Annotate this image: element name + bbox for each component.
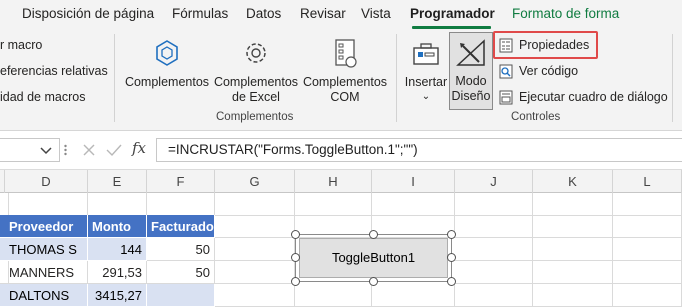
complementos-group-label: Complementos [216,111,294,123]
formula-bar: fx =INCRUSTAR("Forms.ToggleButton.1";"") [0,131,682,169]
table-header-monto[interactable]: Monto [88,215,147,238]
complementos-com-label-1: Complementos [302,75,388,89]
tab-programador[interactable]: Programador [410,6,495,21]
ejecutar-dialogo-button[interactable]: Ejecutar cuadro de diálogo [499,89,669,107]
group-separator [114,34,115,122]
gear-icon [246,43,266,63]
tab-vista[interactable]: Vista [361,6,391,21]
table-cell[interactable]: DALTONS [5,284,88,307]
tab-formulas[interactable]: Fórmulas [172,6,228,21]
resize-handle-n[interactable] [369,230,378,239]
relative-references-button[interactable]: eferencias relativas [0,64,108,78]
ejecutar-label: Ejecutar cuadro de diálogo [519,90,668,104]
complementos-com-button[interactable]: Complementos COM [302,34,388,110]
toggle-button[interactable]: ToggleButton1 [299,238,448,278]
complementos-com-label-2: COM [330,90,360,104]
chevron-down-icon[interactable] [40,146,52,155]
table-cell[interactable]: 50 [147,261,215,284]
column-headers: D E F G H I J K L [0,169,682,193]
table-header-facturado[interactable]: Facturado [147,215,215,238]
column-header-j[interactable]: J [455,170,533,193]
com-addins-icon [335,39,357,68]
table-cell[interactable]: 50 [147,238,215,261]
complementos-button[interactable]: Complementos [124,34,210,104]
ver-codigo-button[interactable]: Ver código [499,63,589,81]
modo-label-2: Diseño [451,89,491,103]
group-separator [396,34,397,122]
macro-security-button[interactable]: idad de macros [0,90,85,104]
insertar-label: Insertar [404,75,448,89]
properties-icon [499,38,513,53]
ribbon-tabs: Disposición de página Fórmulas Datos Rev… [0,0,682,30]
modo-diseno-button[interactable]: Modo Diseño [449,32,493,110]
complementos-excel-label-1: Complementos [213,75,299,89]
addins-icon [156,40,178,66]
active-tab-indicator [412,26,491,29]
record-macro-button[interactable]: r macro [0,38,42,52]
table-cell[interactable]: 3415,27 [88,284,147,307]
name-box[interactable] [0,138,60,162]
view-code-icon [499,64,513,79]
formula-input[interactable]: =INCRUSTAR("Forms.ToggleButton.1";"") [156,138,682,162]
worksheet-grid[interactable]: Proveedor Monto Facturado THOMAS S 144 5… [0,193,682,307]
check-icon[interactable] [106,143,122,157]
table-cell[interactable]: 144 [88,238,147,261]
ribbon: r macro eferencias relativas idad de mac… [0,30,682,131]
column-header-l[interactable]: L [613,170,682,193]
chevron-down-icon: ⌄ [421,91,431,102]
table-header-proveedor[interactable]: Proveedor [5,215,88,238]
column-header-k[interactable]: K [533,170,613,193]
insertar-button[interactable]: Insertar ⌄ [403,34,449,108]
table-cell[interactable]: 291,53 [88,261,147,284]
controles-group-label: Controles [511,111,561,123]
resize-handle-ne[interactable] [447,230,456,239]
toolbox-icon [413,43,439,65]
complementos-excel-button[interactable]: Complementos de Excel [212,34,300,110]
column-header-e[interactable]: E [88,170,147,193]
resize-handle-s[interactable] [369,277,378,286]
propiedades-label: Propiedades [519,38,590,52]
resize-handle-se[interactable] [447,277,456,286]
cancel-icon[interactable] [82,143,96,157]
run-dialog-icon [499,90,513,105]
resize-handle-sw[interactable] [291,277,300,286]
resize-handle-nw[interactable] [291,230,300,239]
complementos-label: Complementos [124,75,210,89]
column-header-i[interactable]: I [372,170,455,193]
formula-buttons: fx [72,138,154,162]
ver-codigo-label: Ver código [519,64,579,78]
table-cell[interactable]: THOMAS S [5,238,88,261]
column-header-f[interactable]: F [147,170,215,193]
table-cell[interactable] [147,284,215,307]
column-header-d[interactable]: D [5,170,88,193]
column-header-g[interactable]: G [215,170,295,193]
table-cell[interactable]: MANNERS [5,261,88,284]
resize-handle[interactable] [64,141,67,159]
tab-revisar[interactable]: Revisar [300,6,346,21]
modo-label-1: Modo [455,74,487,88]
column-header-h[interactable]: H [295,170,372,193]
resize-handle-w[interactable] [291,253,300,262]
tab-disposicion[interactable]: Disposición de página [22,6,154,21]
insert-function-button[interactable]: fx [132,139,146,157]
tab-datos[interactable]: Datos [246,6,281,21]
propiedades-button[interactable]: Propiedades [499,37,596,55]
complementos-excel-label-2: de Excel [232,90,280,104]
design-mode-icon [456,39,485,66]
tab-formato-de-forma[interactable]: Formato de forma [512,6,619,21]
group-separator [672,34,673,122]
resize-handle-e[interactable] [447,253,456,262]
